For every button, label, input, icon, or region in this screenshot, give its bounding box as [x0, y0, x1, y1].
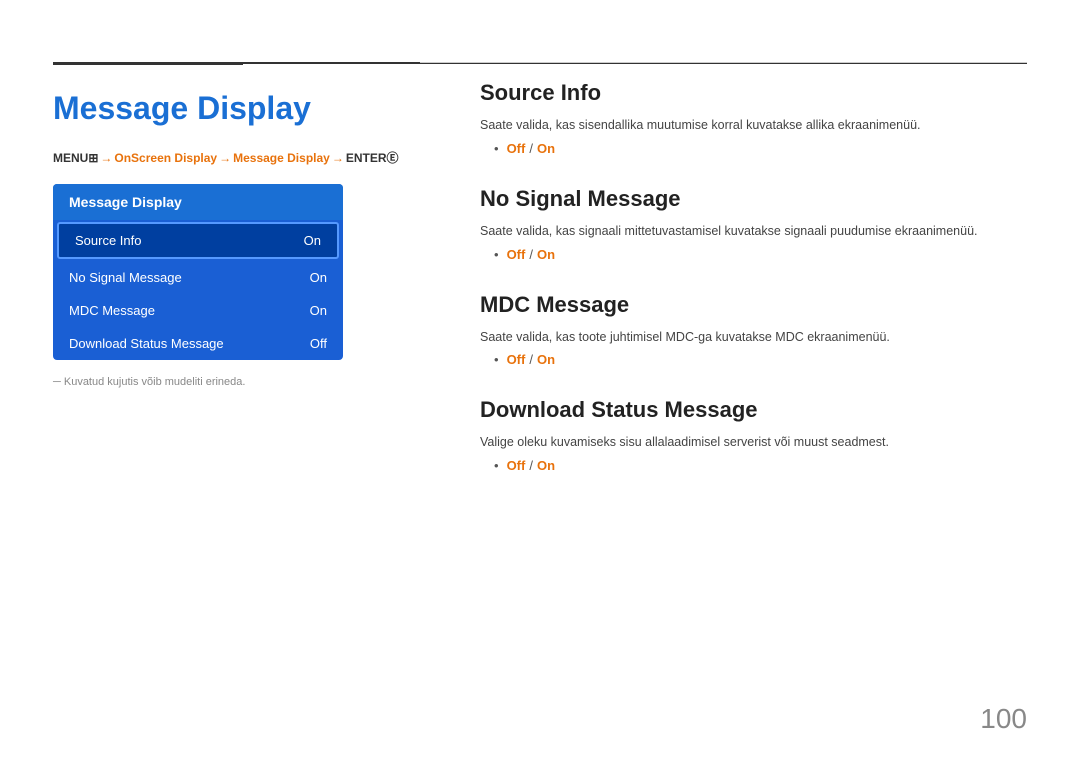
menu-item-mdc[interactable]: MDC Message On [53, 294, 343, 327]
section-source-info-options: Off / On [480, 141, 1027, 156]
menu-item-source-info[interactable]: Source Info On [57, 222, 339, 259]
menu-item-download[interactable]: Download Status Message Off [53, 327, 343, 360]
menu-box: Message Display Source Info On No Signal… [53, 184, 343, 360]
menu-box-header: Message Display [53, 184, 343, 220]
section-source-info-title: Source Info [480, 80, 1027, 106]
menu-item-no-signal-value: On [310, 270, 327, 285]
breadcrumb-enter: ENTERⒺ [346, 149, 399, 166]
mdc-opt-on: On [537, 352, 555, 367]
left-panel: Message Display MENU⊞ → OnScreen Display… [53, 80, 423, 388]
menu-item-source-info-value: On [304, 233, 321, 248]
no-signal-opt-on: On [537, 247, 555, 262]
footnote: Kuvatud kujutis võib mudeliti erineda. [53, 376, 423, 388]
download-opt-on: On [537, 458, 555, 473]
breadcrumb-menu: MENU⊞ [53, 151, 98, 165]
menu-item-mdc-label: MDC Message [69, 303, 155, 318]
section-download-title: Download Status Message [480, 397, 1027, 423]
opt-off: Off [507, 141, 526, 156]
page-number: 100 [980, 703, 1027, 735]
page-title: Message Display [53, 90, 423, 127]
section-download-options: Off / On [480, 458, 1027, 473]
breadcrumb-onscreen: OnScreen Display [114, 151, 217, 165]
menu-item-no-signal-label: No Signal Message [69, 270, 182, 285]
section-source-info-desc: Saate valida, kas sisendallika muutumise… [480, 116, 1027, 135]
menu-item-source-info-label: Source Info [75, 233, 142, 248]
download-opt-off: Off [507, 458, 526, 473]
menu-item-download-value: Off [310, 336, 327, 351]
section-no-signal: No Signal Message Saate valida, kas sign… [480, 186, 1027, 262]
top-accent-line [53, 62, 243, 65]
breadcrumb-message-display: Message Display [233, 151, 330, 165]
right-divider [420, 62, 1027, 63]
section-mdc-title: MDC Message [480, 292, 1027, 318]
section-mdc-desc: Saate valida, kas toote juhtimisel MDC-g… [480, 328, 1027, 347]
right-panel: Source Info Saate valida, kas sisendalli… [480, 80, 1027, 503]
menu-item-no-signal[interactable]: No Signal Message On [53, 261, 343, 294]
breadcrumb: MENU⊞ → OnScreen Display → Message Displ… [53, 149, 423, 166]
opt-on: On [537, 141, 555, 156]
menu-item-mdc-value: On [310, 303, 327, 318]
section-source-info: Source Info Saate valida, kas sisendalli… [480, 80, 1027, 156]
section-no-signal-desc: Saate valida, kas signaali mittetuvastam… [480, 222, 1027, 241]
mdc-opt-off: Off [507, 352, 526, 367]
no-signal-opt-off: Off [507, 247, 526, 262]
section-no-signal-options: Off / On [480, 247, 1027, 262]
section-mdc: MDC Message Saate valida, kas toote juht… [480, 292, 1027, 368]
section-download: Download Status Message Valige oleku kuv… [480, 397, 1027, 473]
menu-item-download-label: Download Status Message [69, 336, 224, 351]
section-mdc-options: Off / On [480, 352, 1027, 367]
section-download-desc: Valige oleku kuvamiseks sisu allalaadimi… [480, 433, 1027, 452]
section-no-signal-title: No Signal Message [480, 186, 1027, 212]
